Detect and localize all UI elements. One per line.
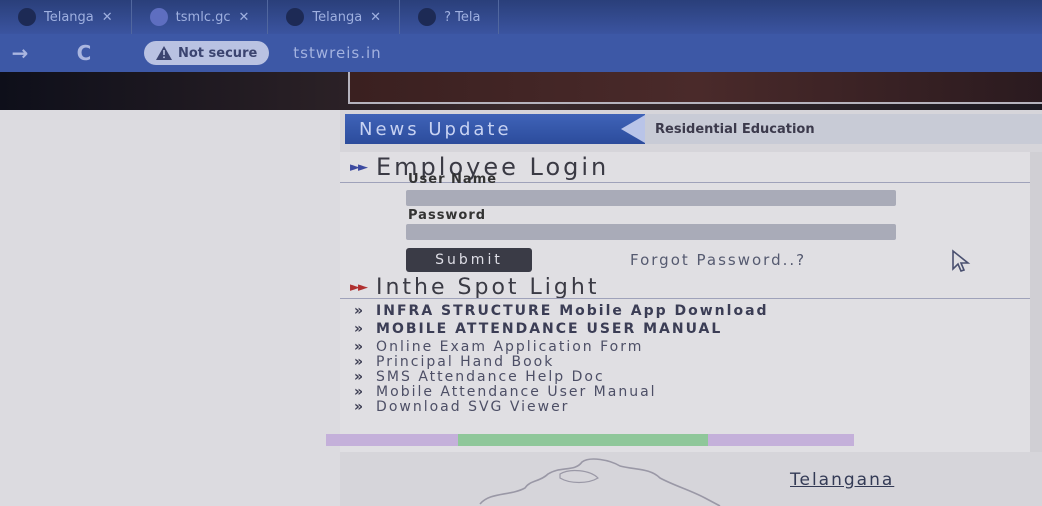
- marquee-bar: [326, 434, 854, 446]
- spotlight-list: » INFRA STRUCTURE Mobile App Download » …: [354, 304, 894, 415]
- password-input[interactable]: [406, 224, 896, 240]
- double-arrow-bullet-icon: ►►: [350, 279, 368, 295]
- page-content: News Update Residential Education ►► Emp…: [0, 110, 1042, 506]
- spotlight-item[interactable]: » Online Exam Application Form: [354, 340, 894, 355]
- chevron-right-icon: »: [354, 354, 363, 370]
- chevron-right-icon: »: [354, 384, 363, 400]
- browser-tab-bar: Telanga ✕ tsmlc.gc ✕ Telanga ✕ ? Tela: [0, 0, 1042, 34]
- password-label: Password: [408, 208, 487, 223]
- spotlight-title-text: Inthe Spot Light: [376, 274, 600, 300]
- mouse-cursor-icon: [952, 249, 971, 272]
- chevron-right-icon: »: [354, 303, 363, 319]
- spotlight-link[interactable]: Online Exam Application Form: [376, 340, 643, 355]
- spotlight-link[interactable]: INFRA STRUCTURE Mobile App Download: [376, 304, 769, 318]
- submit-button[interactable]: Submit: [406, 248, 532, 272]
- left-column: [0, 110, 340, 506]
- close-tab-icon[interactable]: ✕: [239, 10, 250, 25]
- chevron-right-icon: »: [354, 399, 363, 415]
- banner-frame: [348, 72, 1042, 104]
- chevron-right-icon: »: [354, 339, 363, 355]
- site-favicon-icon: [418, 8, 437, 26]
- spotlight-item[interactable]: » SMS Attendance Help Doc: [354, 370, 894, 385]
- page-edge: [1030, 152, 1042, 452]
- tab-title: tsmlc.gc: [175, 9, 231, 25]
- spotlight-link[interactable]: Principal Hand Book: [376, 355, 554, 370]
- warning-icon: [156, 46, 172, 60]
- marquee-highlight: [458, 434, 708, 446]
- reload-icon[interactable]: C: [64, 41, 104, 65]
- site-favicon-icon: [149, 8, 168, 26]
- double-arrow-bullet-icon: ►►: [350, 159, 368, 175]
- site-banner: [0, 72, 1042, 110]
- security-indicator[interactable]: Not secure: [144, 41, 270, 65]
- news-ticker[interactable]: Residential Education: [645, 114, 1042, 144]
- forgot-password-link[interactable]: Forgot Password..?: [630, 251, 806, 269]
- tab-title: ? Tela: [444, 9, 481, 25]
- chevron-right-icon: »: [354, 369, 363, 385]
- telangana-link[interactable]: Telangana: [790, 470, 894, 490]
- security-label: Not secure: [178, 45, 258, 61]
- telangana-map-icon[interactable]: [470, 452, 730, 506]
- username-input[interactable]: [406, 190, 896, 206]
- spotlight-item[interactable]: » Principal Hand Book: [354, 355, 894, 370]
- site-favicon-icon: [18, 8, 36, 26]
- tab-title: Telanga: [312, 9, 363, 25]
- spotlight-link[interactable]: MOBILE ATTENDANCE USER MANUAL: [376, 322, 722, 336]
- login-panel: ►► Employee Login User Name Password Sub…: [340, 152, 1030, 452]
- spotlight-link[interactable]: Download SVG Viewer: [376, 400, 569, 415]
- url-text[interactable]: tstwreis.in: [293, 44, 381, 62]
- news-arrow-icon: [621, 115, 645, 143]
- tab-title: Telanga: [44, 9, 94, 25]
- site-favicon-icon: [286, 8, 305, 26]
- news-update-label: News Update: [345, 114, 645, 144]
- spotlight-item[interactable]: » MOBILE ATTENDANCE USER MANUAL: [354, 322, 874, 336]
- browser-tab[interactable]: Telanga ✕: [268, 0, 401, 34]
- username-label: User Name: [408, 172, 498, 187]
- close-tab-icon[interactable]: ✕: [102, 10, 113, 25]
- address-bar: → C Not secure tstwreis.in: [0, 34, 1042, 72]
- news-update-bar: News Update Residential Education: [345, 114, 1042, 144]
- spotlight-item[interactable]: » INFRA STRUCTURE Mobile App Download: [354, 304, 894, 318]
- close-tab-icon[interactable]: ✕: [370, 10, 381, 25]
- spotlight-item[interactable]: » Download SVG Viewer: [354, 400, 894, 415]
- spotlight-item[interactable]: » Mobile Attendance User Manual: [354, 385, 894, 400]
- browser-tab[interactable]: ? Tela: [400, 0, 500, 34]
- divider: [340, 298, 1030, 299]
- browser-tab[interactable]: Telanga ✕: [0, 0, 132, 34]
- forward-arrow-icon[interactable]: →: [0, 41, 40, 65]
- spotlight-link[interactable]: Mobile Attendance User Manual: [376, 385, 657, 400]
- chevron-right-icon: »: [354, 321, 363, 337]
- browser-tab[interactable]: tsmlc.gc ✕: [132, 0, 269, 34]
- spotlight-link[interactable]: SMS Attendance Help Doc: [376, 370, 605, 385]
